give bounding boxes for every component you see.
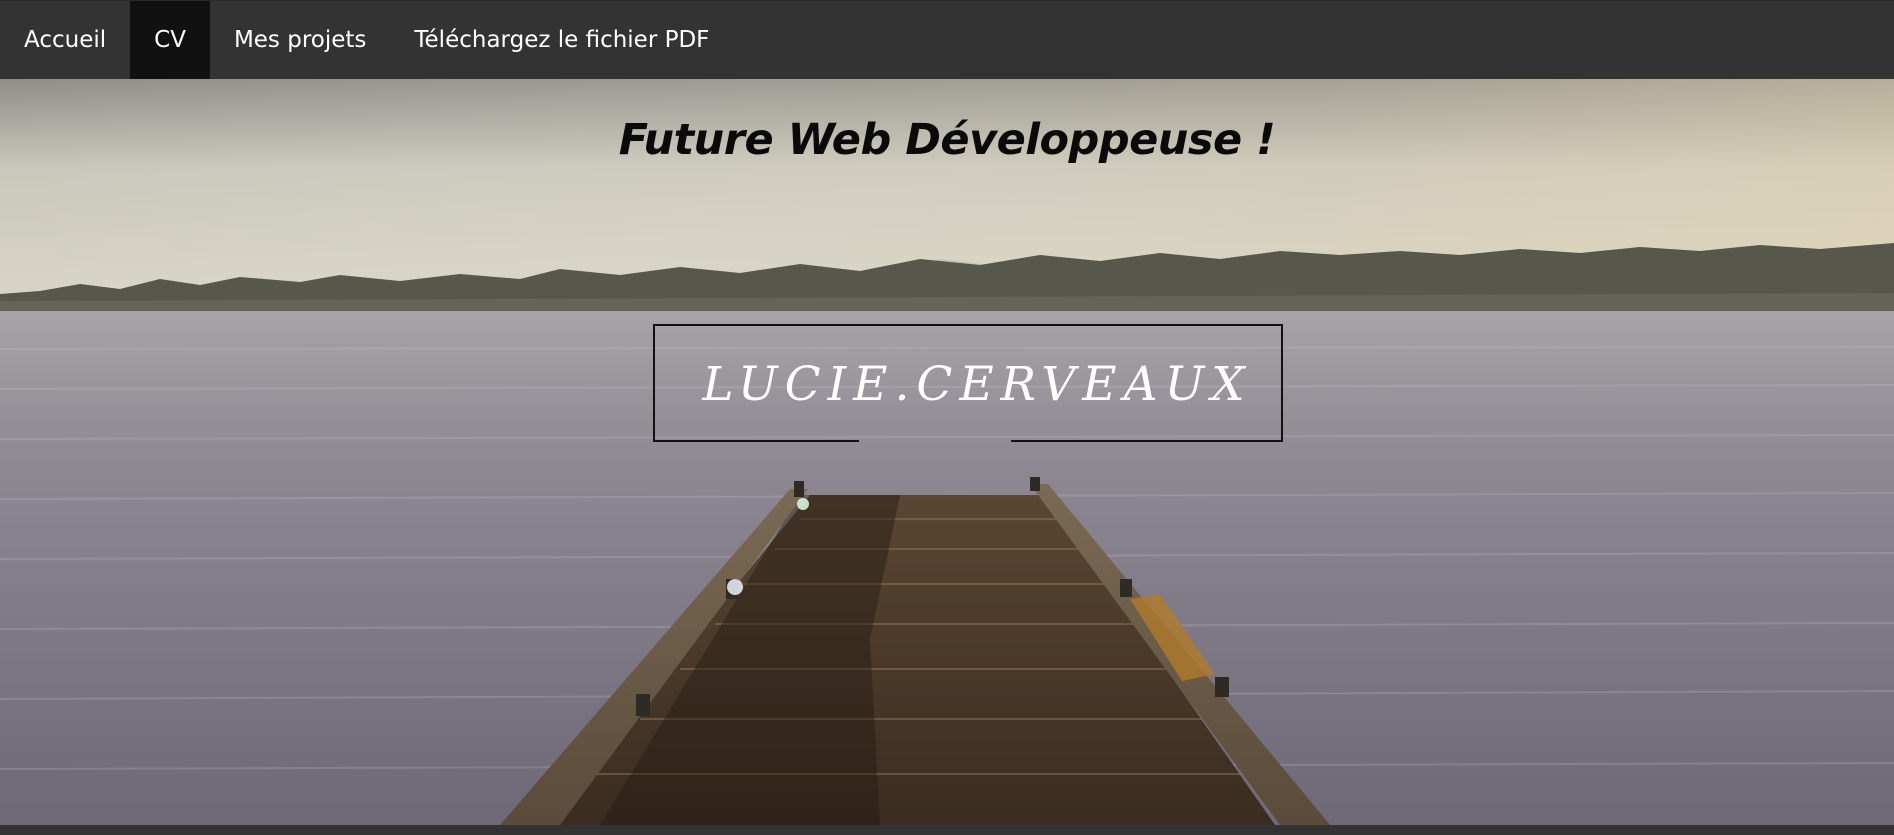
hero-background-image bbox=[0, 79, 1894, 825]
hero-section: Future Web Développeuse ! LUCIE.CERVEAUX bbox=[0, 79, 1894, 825]
hero-title: Future Web Développeuse ! bbox=[618, 115, 1276, 165]
main-navbar: Accueil CV Mes projets Téléchargez le fi… bbox=[0, 0, 1894, 79]
nav-item-accueil[interactable]: Accueil bbox=[0, 1, 130, 79]
owner-name: LUCIE.CERVEAUX bbox=[702, 356, 1252, 412]
footer-bar bbox=[0, 825, 1894, 835]
name-frame: LUCIE.CERVEAUX bbox=[653, 324, 1283, 442]
nav-item-telecharger-pdf[interactable]: Téléchargez le fichier PDF bbox=[390, 1, 733, 79]
nav-item-mes-projets[interactable]: Mes projets bbox=[210, 1, 390, 79]
nav-item-cv[interactable]: CV bbox=[130, 1, 210, 79]
